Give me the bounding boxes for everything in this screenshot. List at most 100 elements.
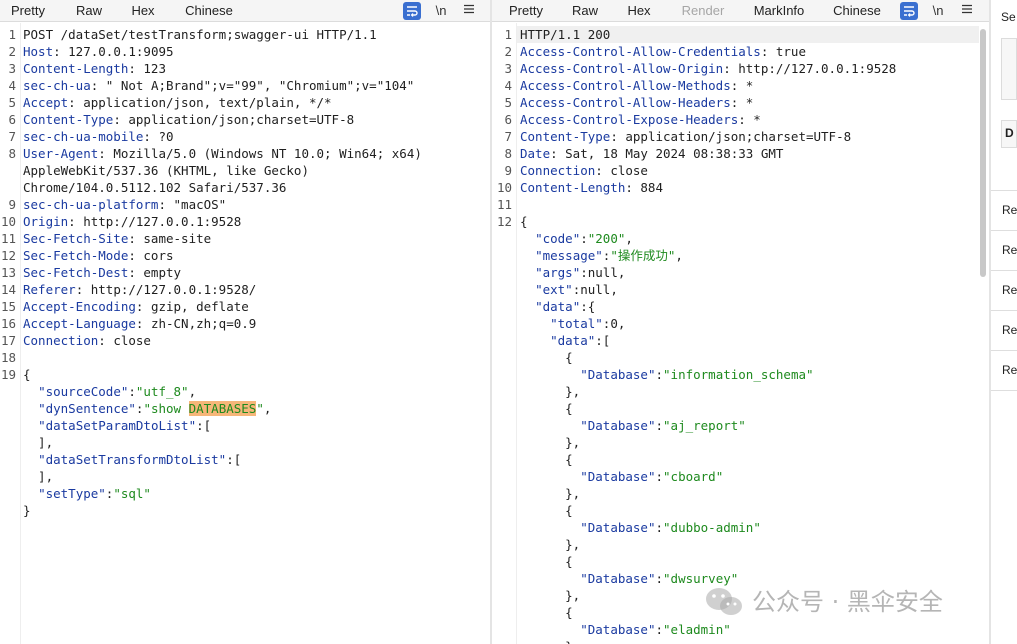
code-text: , — [263, 401, 272, 416]
tab-raw[interactable]: Raw — [562, 0, 608, 22]
inspector-box — [1001, 38, 1017, 100]
header-name: Content-Length — [23, 61, 129, 76]
line-number: 12 — [0, 248, 16, 263]
tab-chinese[interactable]: Chinese — [174, 0, 244, 22]
code-text: }, — [520, 639, 580, 644]
request-editor[interactable]: 1 2 3 4 5 6 7 8 9 10 11 12 13 14 15 16 17 18 19 POST /dataS… — [0, 23, 490, 644]
code-text: : application/json;charset=UTF-8 — [113, 112, 355, 127]
json-key: "Database" — [580, 520, 656, 535]
vertical-scrollbar[interactable] — [980, 29, 986, 277]
show-newlines-button[interactable]: \n — [927, 2, 949, 20]
json-string: "eladmin" — [663, 622, 731, 637]
wrap-lines-button[interactable] — [403, 2, 421, 20]
code-text: : * — [730, 78, 754, 93]
code-line: Access-Control-Expose-Headers: * — [520, 111, 761, 128]
header-name: sec-ch-ua — [23, 78, 91, 93]
code-line: { — [520, 400, 573, 417]
code-text: AppleWebKit/537.36 (KHTML, like Gecko) — [23, 163, 309, 178]
inspector-item[interactable]: Re — [1002, 363, 1017, 377]
gutter-divider — [20, 23, 21, 644]
show-newlines-button[interactable]: \n — [430, 2, 452, 20]
code-text: , — [675, 248, 683, 263]
response-pane: Pretty Raw Hex Render MarkInfo Chinese \… — [492, 0, 989, 644]
line-number: 5 — [504, 95, 512, 110]
line-number: 1 — [504, 27, 512, 42]
tab-hex[interactable]: Hex — [118, 0, 168, 22]
code-text: : true — [760, 44, 806, 59]
request-pane: Pretty Raw Hex Chinese \n 1 2 3 4 5 6 7 8 9 10 11 1… — [0, 0, 490, 644]
inspector-section-label[interactable]: Se — [1001, 10, 1017, 24]
code-line: Content-Type: application/json;charset=U… — [23, 111, 354, 128]
json-string: "information_schema" — [663, 367, 814, 382]
tab-pretty[interactable]: Pretty — [0, 0, 56, 22]
tab-render[interactable]: Render — [674, 0, 732, 22]
code-line: "data":[ — [520, 332, 610, 349]
json-key: "ext" — [535, 282, 573, 297]
code-line: "dataSetTransformDtoList":[ — [23, 451, 241, 468]
tab-pretty[interactable]: Pretty — [500, 0, 552, 22]
code-line: "message":"操作成功", — [520, 247, 683, 264]
code-text: :{ — [580, 299, 596, 314]
code-line: "total":0, — [520, 315, 625, 332]
code-text: : zh-CN,zh;q=0.9 — [135, 316, 257, 331]
code-line: }, — [520, 434, 580, 451]
code-line: { — [23, 366, 31, 383]
menu-button[interactable] — [958, 2, 976, 20]
code-text: }, — [520, 486, 581, 501]
code-text: : — [580, 231, 588, 246]
inspector-panel: Se D Re Re Re Re Re — [991, 0, 1017, 644]
code-text: : Mozilla/5.0 (Windows NT 10.0; Win64; x… — [98, 146, 422, 161]
tab-chinese[interactable]: Chinese — [822, 0, 892, 22]
code-line: ], — [23, 434, 53, 451]
tab-hex[interactable]: Hex — [618, 0, 660, 22]
tab-markinfo[interactable]: MarkInfo — [746, 0, 812, 22]
line-number: 3 — [8, 61, 16, 76]
code-text: } — [23, 503, 31, 518]
menu-button[interactable] — [460, 2, 478, 20]
code-text: : — [128, 384, 136, 399]
code-line: }, — [520, 485, 580, 502]
code-line: "code":"200", — [520, 230, 633, 247]
code-line: { — [520, 553, 573, 570]
line-number: 18 — [0, 350, 16, 365]
inspector-box-label: D — [1005, 126, 1014, 140]
json-string: "dubbo-admin" — [663, 520, 761, 535]
header-name: Access-Control-Allow-Headers — [520, 95, 731, 110]
code-line: AppleWebKit/537.36 (KHTML, like Gecko) — [23, 162, 309, 179]
code-text: : — [655, 571, 664, 586]
code-text: :[ — [226, 452, 242, 467]
inspector-item[interactable]: Re — [1002, 283, 1017, 297]
wrap-lines-button[interactable] — [900, 2, 918, 20]
code-text: :null, — [580, 265, 626, 280]
divider — [991, 190, 1017, 191]
code-text: : 127.0.0.1:9095 — [53, 44, 174, 59]
line-number: 8 — [8, 146, 16, 161]
code-text: :[ — [595, 333, 611, 348]
header-name: Accept — [23, 95, 69, 110]
code-text: { — [520, 214, 528, 229]
json-key: "message" — [535, 248, 603, 263]
inspector-item[interactable]: Re — [1002, 203, 1017, 217]
code-text: Chrome/104.0.5112.102 Safari/537.36 — [23, 180, 287, 195]
json-string: "dwsurvey" — [663, 571, 739, 586]
json-string: "utf_8" — [135, 384, 189, 399]
inspector-item[interactable]: Re — [1002, 243, 1017, 257]
divider — [991, 390, 1017, 391]
header-name: Access-Control-Allow-Credentials — [520, 44, 761, 59]
code-text: POST /dataSet/testTransform;swagger-ui H… — [23, 27, 377, 42]
json-string: " — [256, 401, 264, 416]
json-key: "total" — [550, 316, 603, 331]
tab-raw[interactable]: Raw — [60, 0, 118, 22]
inspector-item[interactable]: Re — [1002, 323, 1017, 337]
code-line: ], — [23, 468, 53, 485]
code-line: Access-Control-Allow-Headers: * — [520, 94, 753, 111]
code-line: Accept: application/json, text/plain, */… — [23, 94, 332, 111]
response-editor[interactable]: 1 2 3 4 5 6 7 8 9 10 11 12 HTTP/1.1 200 Access-Contro… — [492, 23, 989, 644]
header-name: Access-Control-Expose-Headers — [520, 112, 739, 127]
